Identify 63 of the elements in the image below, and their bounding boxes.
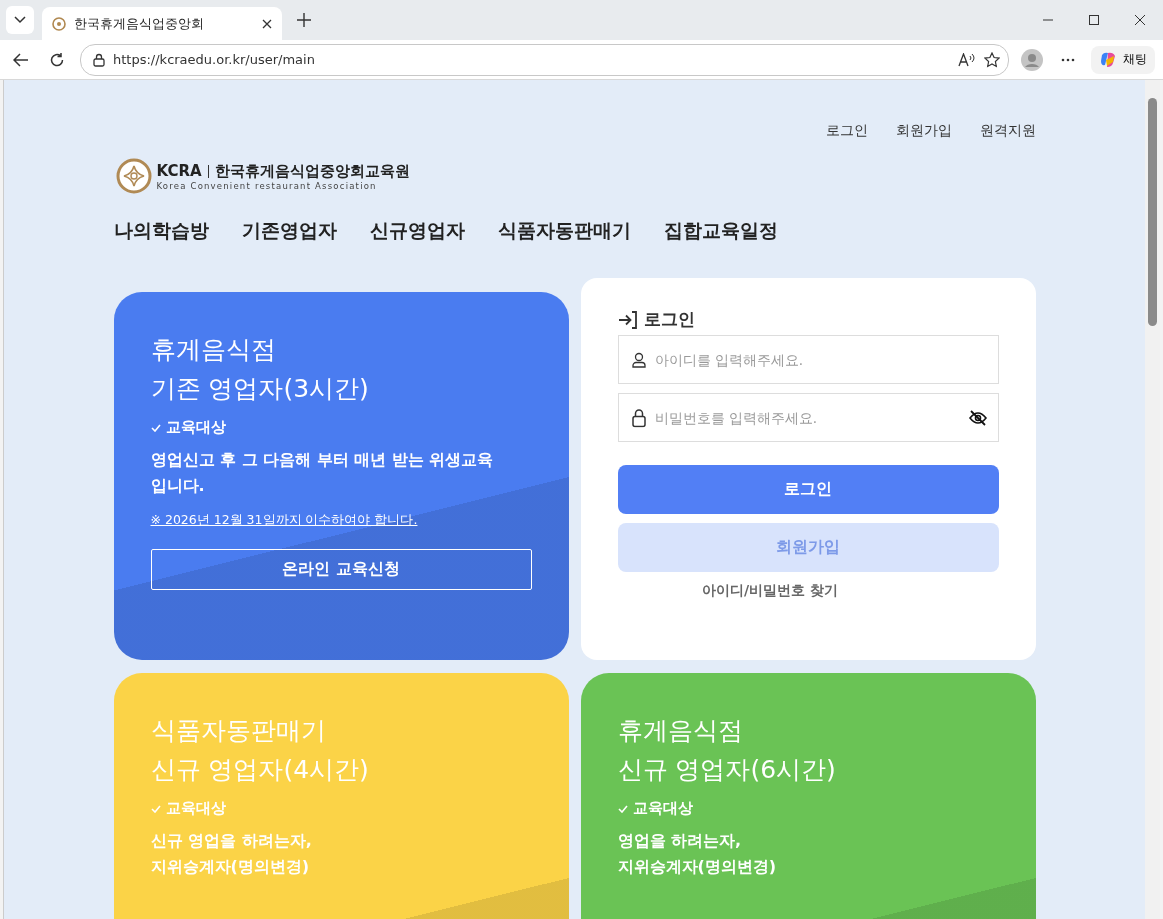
chat-button[interactable]: 채팅 [1091, 45, 1155, 74]
user-icon [631, 351, 646, 368]
course-description: 영업신고 후 그 다음해 부터 매년 받는 위생교육 입니다. [150, 449, 495, 497]
eye-slash-icon[interactable] [968, 409, 987, 426]
check-icon [150, 804, 161, 813]
close-icon [1135, 15, 1145, 25]
close-icon[interactable] [262, 18, 272, 29]
check-icon [617, 804, 628, 813]
site-logo-icon [52, 16, 66, 31]
target-label: 교육대상 [632, 799, 693, 818]
nav-item[interactable]: 나의학습방 [113, 218, 209, 244]
logo-divider [207, 164, 210, 178]
apply-button[interactable]: 온라인 교육신청 [150, 549, 532, 590]
logo-subtitle: Korea Convenient restaurant Association [156, 180, 378, 191]
course-title: 기존 영업자(3시간) [150, 373, 370, 405]
profile-button[interactable] [1019, 46, 1045, 73]
scrollbar[interactable] [1145, 80, 1160, 919]
chevron-down-icon [14, 16, 26, 24]
login-title: 로그인 [643, 308, 695, 331]
course-description: 영업을 하려는자, 지위승계자(명의변경) [617, 830, 778, 878]
copilot-logo-icon [1099, 50, 1117, 69]
top-link[interactable]: 회원가입 [895, 122, 952, 140]
course-description: 신규 영업을 하려는자, 지위승계자(명의변경) [150, 830, 313, 878]
login-button[interactable]: 로그인 [617, 465, 999, 514]
target-label: 교육대상 [165, 799, 226, 818]
dots-icon [1061, 57, 1075, 62]
browser-tab[interactable]: 한국휴게음식업중앙회 [42, 7, 282, 40]
course-title: 식품자동판매기 [150, 715, 327, 747]
nav-item[interactable]: 신규영업자 [369, 218, 465, 244]
refresh-icon [49, 51, 65, 68]
minimize-icon [1043, 19, 1053, 21]
logo-name: 한국휴게음식업중앙회교육원 [215, 161, 411, 181]
id-field[interactable]: 아이디를 입력해주세요. [617, 335, 999, 384]
read-aloud-icon[interactable] [958, 52, 976, 67]
logo-abbreviation: KCRA [156, 161, 202, 181]
find-account-link[interactable]: 아이디/비밀번호 찾기 [702, 582, 838, 600]
nav-item[interactable]: 식품자동판매기 [497, 218, 631, 244]
check-icon [150, 423, 161, 432]
scrollbar-thumb[interactable] [1148, 98, 1157, 326]
url-text: https://kcraedu.or.kr/user/main [113, 52, 316, 67]
logo-emblem-icon [115, 158, 152, 194]
lock-icon [93, 52, 105, 67]
nav-item[interactable]: 기존영업자 [241, 218, 337, 244]
address-bar[interactable]: https://kcraedu.or.kr/user/main [80, 43, 1009, 76]
course-title: 휴게음식점 [617, 715, 744, 747]
tab-title: 한국휴게음식업중앙회 [74, 14, 205, 33]
course-title: 신규 영업자(6시간) [617, 754, 837, 786]
top-link[interactable]: 원격지원 [979, 122, 1036, 140]
avatar-icon [1021, 48, 1043, 71]
plus-icon [297, 13, 311, 27]
lock-icon [631, 408, 646, 427]
password-field[interactable]: 비밀번호를 입력해주세요. [617, 393, 999, 442]
course-title: 신규 영업자(4시간) [150, 754, 370, 786]
login-icon [617, 310, 638, 329]
maximize-icon [1089, 15, 1099, 25]
back-arrow-icon [13, 52, 29, 67]
star-icon[interactable] [984, 51, 1000, 68]
nav-item[interactable]: 집합교육일정 [663, 218, 778, 244]
top-link[interactable]: 로그인 [825, 122, 868, 140]
deadline-link[interactable]: ※ 2026년 12월 31일까지 이수하여야 합니다. [150, 512, 418, 529]
course-title: 휴게음식점 [150, 334, 277, 366]
tab-list-button[interactable] [6, 6, 34, 34]
target-label: 교육대상 [165, 418, 226, 437]
